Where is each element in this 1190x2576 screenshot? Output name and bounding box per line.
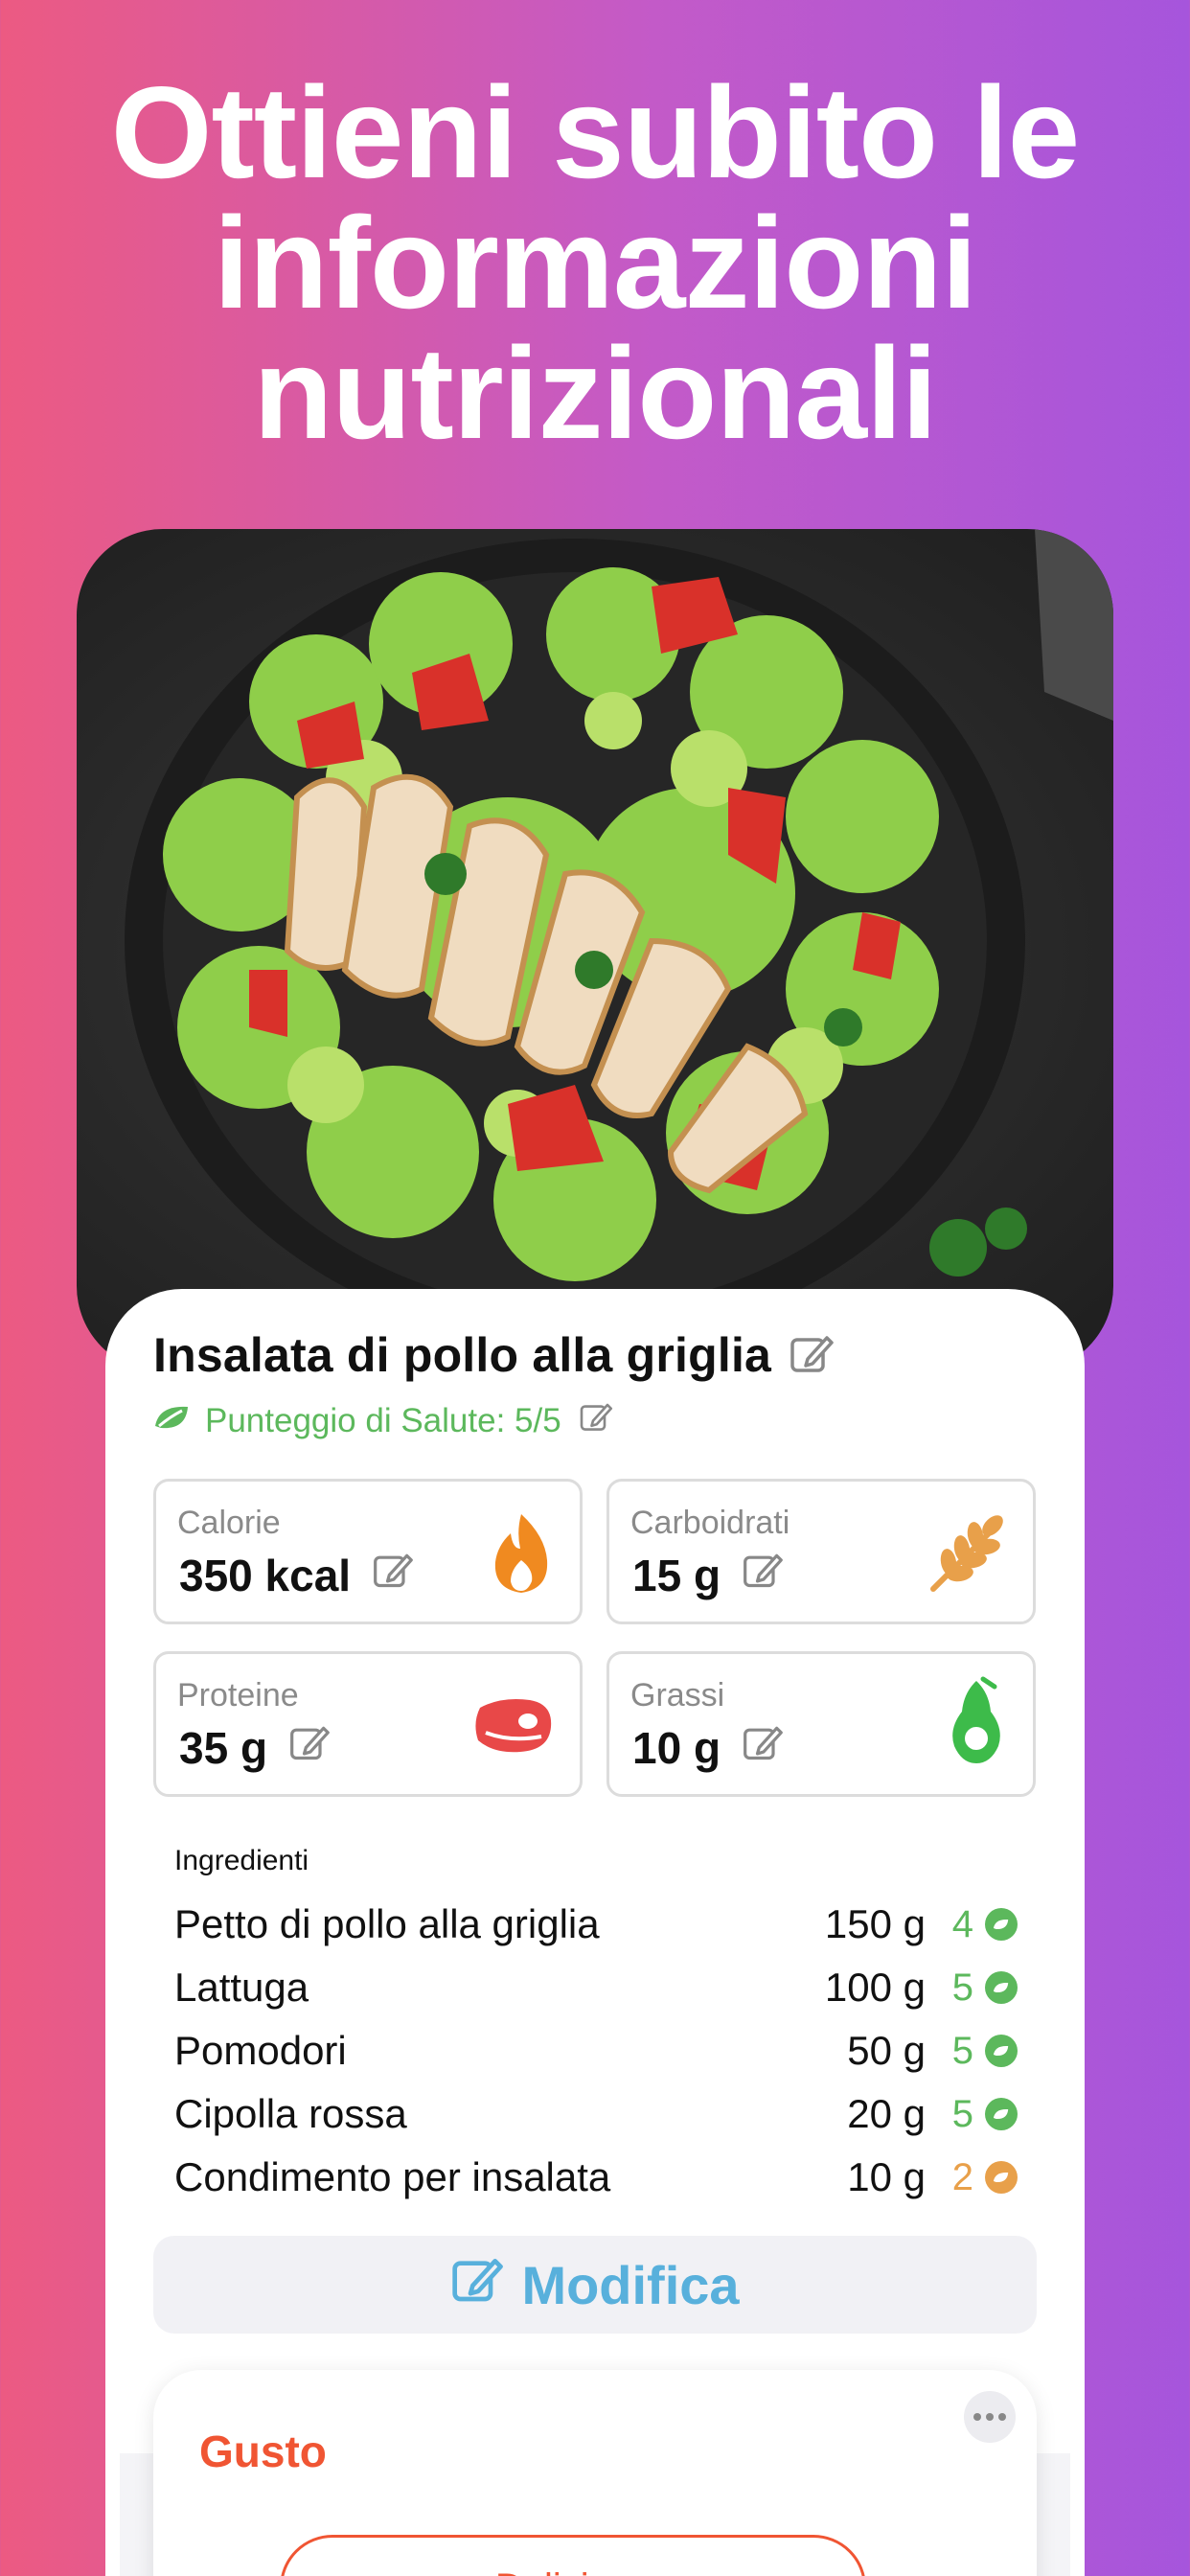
protein-label: Proteine: [177, 1677, 299, 1714]
headline: Ottieni subito le informazioni nutrizion…: [0, 67, 1190, 458]
taste-card: Gusto Delizioso: [153, 2370, 1037, 2576]
meal-title: Insalata di pollo alla griglia: [153, 1328, 772, 1382]
ingredient-score: 4: [951, 1902, 973, 1945]
ingredients-title: Ingredienti: [174, 1845, 309, 1876]
ingredient-row[interactable]: Petto di pollo alla griglia 150 g 4: [174, 1893, 1018, 1956]
leaf-score-icon: [985, 1908, 1018, 1941]
edit-fat-icon[interactable]: [742, 1721, 784, 1774]
protein-value-row: 35 g: [179, 1721, 331, 1774]
avocado-icon: [945, 1675, 1008, 1772]
dot: [986, 2413, 994, 2421]
leaf-score-icon: [985, 2161, 1018, 2194]
edit-button[interactable]: Modifica: [153, 2236, 1037, 2334]
wheat-icon: [926, 1512, 1008, 1599]
taste-title: Gusto: [199, 2426, 327, 2476]
headline-line-1: Ottieni subito le: [110, 59, 1081, 205]
ingredient-row[interactable]: Cipolla rossa 20 g 5: [174, 2082, 1018, 2146]
ingredient-score: 5: [951, 1966, 973, 2009]
ingredient-score: 5: [951, 2029, 973, 2072]
fat-box[interactable]: Grassi 10 g: [606, 1651, 1036, 1797]
ingredient-qty: 10 g: [847, 2154, 926, 2199]
dot: [998, 2413, 1006, 2421]
taste-option-button[interactable]: Delizioso: [280, 2535, 866, 2576]
nutrition-card: Insalata di pollo alla griglia Punteggio…: [105, 1289, 1085, 2576]
carbs-value-row: 15 g: [632, 1549, 784, 1601]
fire-icon: [488, 1512, 555, 1599]
carbs-box[interactable]: Carboidrati 15 g: [606, 1479, 1036, 1624]
ingredient-row[interactable]: Condimento per insalata 10 g 2: [174, 2146, 1018, 2209]
ingredients-list: Petto di pollo alla griglia 150 g 4 Latt…: [174, 1893, 1018, 2209]
ingredient-name: Cipolla rossa: [174, 2091, 407, 2136]
headline-line-2: informazioni: [213, 190, 977, 335]
ingredient-name: Petto di pollo alla griglia: [174, 1901, 600, 1946]
ingredient-score: 5: [951, 2092, 973, 2135]
calorie-box[interactable]: Calorie 350 kcal: [153, 1479, 583, 1624]
edit-protein-icon[interactable]: [288, 1721, 331, 1774]
ingredient-name: Lattuga: [174, 1965, 309, 2010]
ingredient-score: 2: [951, 2155, 973, 2198]
edit-title-icon[interactable]: [789, 1330, 835, 1381]
ingredient-qty: 20 g: [847, 2091, 926, 2136]
fat-value: 10 g: [632, 1722, 721, 1773]
protein-box[interactable]: Proteine 35 g: [153, 1651, 583, 1797]
health-score-row: Punteggio di Salute: 5/5: [153, 1399, 613, 1442]
steak-icon: [472, 1694, 555, 1762]
ingredient-row[interactable]: Lattuga 100 g 5: [174, 1956, 1018, 2019]
edit-button-label: Modifica: [521, 2254, 740, 2315]
health-score-text: Punteggio di Salute: 5/5: [205, 1401, 561, 1439]
ingredient-name: Condimento per insalata: [174, 2154, 611, 2199]
carbs-value: 15 g: [632, 1550, 721, 1600]
edit-carbs-icon[interactable]: [742, 1549, 784, 1601]
ingredient-qty: 150 g: [824, 1901, 926, 1946]
fat-value-row: 10 g: [632, 1721, 784, 1774]
protein-value: 35 g: [179, 1722, 268, 1773]
meal-photo: [77, 529, 1113, 1372]
edit-health-score-icon[interactable]: [579, 1399, 613, 1442]
ingredient-qty: 100 g: [824, 1965, 926, 2010]
more-options-button[interactable]: [964, 2391, 1016, 2443]
calorie-value: 350 kcal: [179, 1550, 352, 1600]
calorie-value-row: 350 kcal: [179, 1549, 414, 1601]
leaf-score-icon: [985, 1971, 1018, 2004]
ingredient-name: Pomodori: [174, 2028, 347, 2073]
dot: [973, 2413, 981, 2421]
ingredient-qty: 50 g: [847, 2028, 926, 2073]
headline-line-3: nutrizionali: [253, 320, 937, 466]
meal-title-row: Insalata di pollo alla griglia: [153, 1327, 835, 1383]
fat-label: Grassi: [630, 1677, 725, 1714]
leaf-icon: [153, 1402, 192, 1440]
leaf-score-icon: [985, 2035, 1018, 2067]
leaf-score-icon: [985, 2098, 1018, 2130]
ingredient-row[interactable]: Pomodori 50 g 5: [174, 2019, 1018, 2082]
edit-calorie-icon[interactable]: [372, 1549, 414, 1601]
salad-illustration: [125, 529, 1113, 1344]
edit-icon: [450, 2252, 504, 2318]
calorie-label: Calorie: [177, 1505, 281, 1541]
carbs-label: Carboidrati: [630, 1505, 790, 1541]
